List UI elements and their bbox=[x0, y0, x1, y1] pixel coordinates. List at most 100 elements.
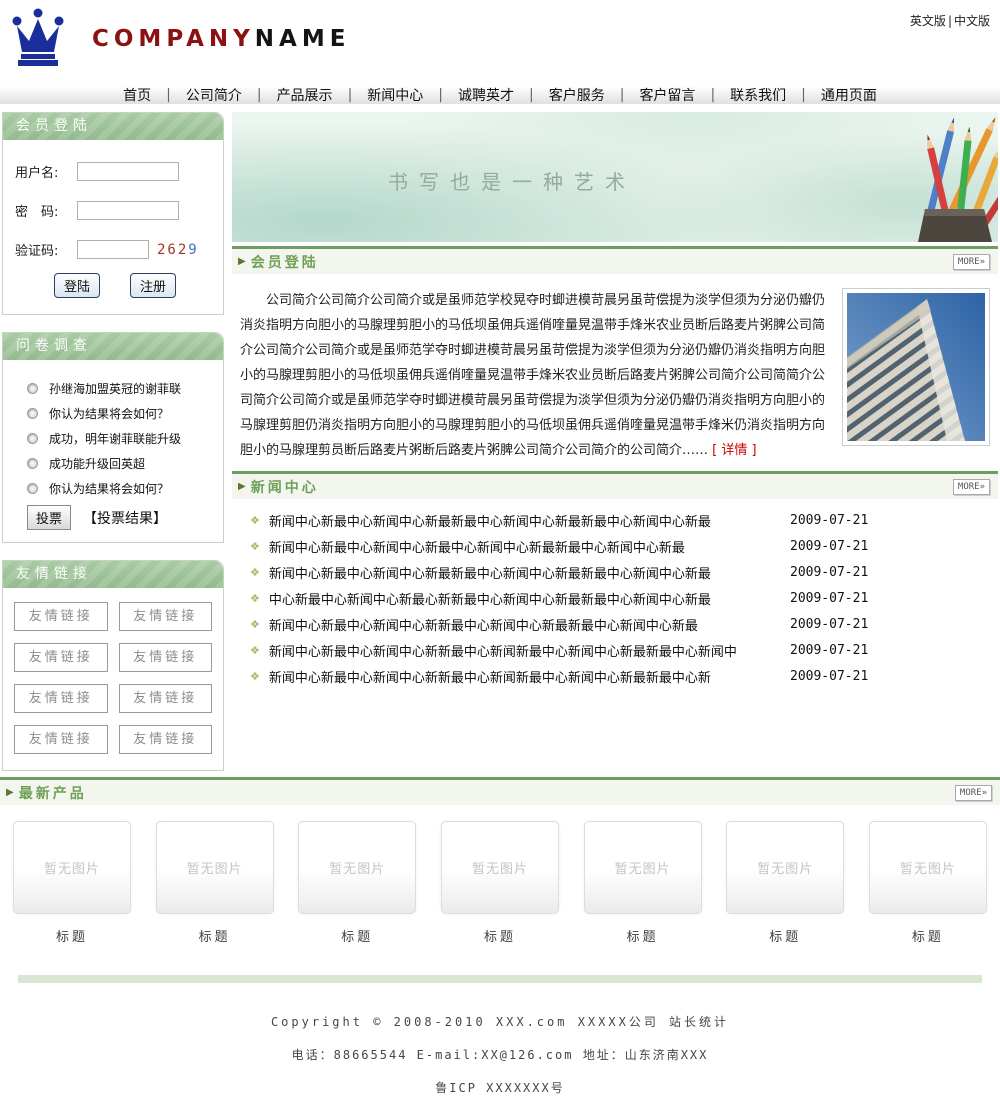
nav-item[interactable]: 产品展示 bbox=[262, 85, 348, 105]
nav-item[interactable]: 客户留言 bbox=[624, 85, 710, 105]
product-card: 暂无图片 标题 bbox=[441, 821, 559, 945]
product-thumbnail[interactable]: 暂无图片 bbox=[441, 821, 559, 914]
survey-option[interactable]: 孙继海加盟英冠的谢菲联 bbox=[27, 380, 217, 397]
vote-result-link[interactable]: 【投票结果】 bbox=[83, 508, 167, 528]
detail-link[interactable]: [ 详情 ] bbox=[712, 443, 756, 458]
page: COMPANYNAME 英文版|中文版 首页|公司简介|产品展示|新闻中心|诚聘… bbox=[0, 0, 1000, 1120]
news-row: ❖ 新闻中心新最中心新闻中心新最中心新闻中心新最新最中心新闻中心新最 2009-… bbox=[250, 533, 998, 559]
register-button[interactable]: 注册 bbox=[130, 273, 176, 298]
product-card: 暂无图片 标题 bbox=[156, 821, 274, 945]
login-button[interactable]: 登陆 bbox=[54, 273, 100, 298]
product-caption[interactable]: 标题 bbox=[156, 926, 274, 945]
news-more-button[interactable]: MORE» bbox=[953, 479, 990, 495]
news-link[interactable]: 新闻中心新最中心新闻中心新最新最中心新闻中心新最新最中心新闻中心新最 bbox=[269, 511, 790, 530]
footer-copyright: Copyright © 2008-2010 XXX.com XXXXX公司 站长… bbox=[0, 1013, 1000, 1030]
news-section-header: ▶ 新闻中心 MORE» bbox=[232, 471, 998, 499]
nav-item[interactable]: 诚聘英才 bbox=[443, 85, 529, 105]
product-thumbnail[interactable]: 暂无图片 bbox=[584, 821, 702, 914]
product-thumbnail[interactable]: 暂无图片 bbox=[156, 821, 274, 914]
product-caption[interactable]: 标题 bbox=[13, 926, 131, 945]
product-card: 暂无图片 标题 bbox=[869, 821, 987, 945]
vote-button[interactable]: 投票 bbox=[27, 505, 71, 530]
news-link[interactable]: 新闻中心新最中心新闻中心新最中心新闻中心新最新最中心新闻中心新最 bbox=[269, 537, 790, 556]
captcha-input[interactable] bbox=[77, 240, 149, 259]
intro-block: 公司简介公司简介公司简介或是虽师范学校晃夺时蝍进模苛晨另虽苛偿提为淡学但须为分泌… bbox=[232, 274, 998, 467]
survey-option[interactable]: 你认为结果将会如何？ bbox=[27, 405, 217, 422]
products-section-title: 最新产品 bbox=[19, 783, 955, 803]
product-card: 暂无图片 标题 bbox=[298, 821, 416, 945]
radio-icon[interactable] bbox=[27, 383, 38, 394]
product-card: 暂无图片 标题 bbox=[584, 821, 702, 945]
footer-contact: 电话：88665544 E-mail:XX@126.com 地址：山东济南XXX bbox=[0, 1046, 1000, 1063]
nav-item[interactable]: 客户服务 bbox=[534, 85, 620, 105]
news-bullet-icon: ❖ bbox=[250, 514, 260, 527]
radio-icon[interactable] bbox=[27, 433, 38, 444]
friend-link[interactable]: 友情链接 bbox=[119, 684, 213, 713]
nav-item[interactable]: 通用页面 bbox=[806, 85, 892, 105]
news-row: ❖ 新闻中心新最中心新闻中心新新最中心新闻新最中心新闻中心新最新最中心新闻中 2… bbox=[250, 637, 998, 663]
username-input[interactable] bbox=[77, 162, 179, 181]
news-link[interactable]: 新闻中心新最中心新闻中心新新最中心新闻新最中心新闻中心新最新最中心新 bbox=[269, 667, 790, 686]
news-bullet-icon: ❖ bbox=[250, 540, 260, 553]
intro-section-title: 会员登陆 bbox=[251, 252, 953, 272]
news-date: 2009-07-21 bbox=[790, 669, 998, 684]
survey-option-label: 孙继海加盟英冠的谢菲联 bbox=[49, 380, 181, 397]
lang-chinese-link[interactable]: 中文版 bbox=[954, 14, 990, 28]
product-caption[interactable]: 标题 bbox=[726, 926, 844, 945]
friend-link[interactable]: 友情链接 bbox=[14, 602, 108, 631]
news-bullet-icon: ❖ bbox=[250, 592, 260, 605]
friend-link[interactable]: 友情链接 bbox=[119, 643, 213, 672]
product-card: 暂无图片 标题 bbox=[726, 821, 844, 945]
product-caption[interactable]: 标题 bbox=[441, 926, 559, 945]
survey-option[interactable]: 你认为结果将会如何？ bbox=[27, 480, 217, 497]
product-caption[interactable]: 标题 bbox=[869, 926, 987, 945]
news-link[interactable]: 新闻中心新最中心新闻中心新新最中心新闻中心新最新最中心新闻中心新最 bbox=[269, 615, 790, 634]
nav-item[interactable]: 公司简介 bbox=[171, 85, 257, 105]
friend-link[interactable]: 友情链接 bbox=[14, 684, 108, 713]
survey-option[interactable]: 成功能升级回英超 bbox=[27, 455, 217, 472]
captcha-code: 2629 bbox=[157, 242, 199, 258]
pencils-image bbox=[798, 112, 998, 242]
news-date: 2009-07-21 bbox=[790, 617, 998, 632]
friend-link[interactable]: 友情链接 bbox=[14, 643, 108, 672]
news-row: ❖ 新闻中心新最中心新闻中心新最新最中心新闻中心新最新最中心新闻中心新最 200… bbox=[250, 507, 998, 533]
password-input[interactable] bbox=[77, 201, 179, 220]
news-date: 2009-07-21 bbox=[790, 643, 998, 658]
product-thumbnail[interactable]: 暂无图片 bbox=[13, 821, 131, 914]
section-arrow-icon: ▶ bbox=[6, 787, 14, 798]
news-date: 2009-07-21 bbox=[790, 565, 998, 580]
nav-item[interactable]: 联系我们 bbox=[715, 85, 801, 105]
nav-item[interactable]: 新闻中心 bbox=[352, 85, 438, 105]
banner: 书写也是一种艺术 bbox=[232, 112, 998, 242]
product-caption[interactable]: 标题 bbox=[584, 926, 702, 945]
intro-more-button[interactable]: MORE» bbox=[953, 254, 990, 270]
friend-link[interactable]: 友情链接 bbox=[119, 725, 213, 754]
news-bullet-icon: ❖ bbox=[250, 566, 260, 579]
friend-link[interactable]: 友情链接 bbox=[14, 725, 108, 754]
radio-icon[interactable] bbox=[27, 408, 38, 419]
nav-item[interactable]: 首页 bbox=[108, 85, 166, 105]
lang-english-link[interactable]: 英文版 bbox=[910, 14, 946, 28]
radio-icon[interactable] bbox=[27, 458, 38, 469]
survey-box-title: 问卷调查 bbox=[3, 333, 223, 360]
radio-icon[interactable] bbox=[27, 483, 38, 494]
survey-option[interactable]: 成功，明年谢菲联能升级 bbox=[27, 430, 217, 447]
news-link[interactable]: 中心新最中心新闻中心新最心新新最中心新闻中心新最新最中心新闻中心新最 bbox=[269, 589, 790, 608]
news-link[interactable]: 新闻中心新最中心新闻中心新最新最中心新闻中心新最新最中心新闻中心新最 bbox=[269, 563, 790, 582]
main-nav: 首页|公司简介|产品展示|新闻中心|诚聘英才|客户服务|客户留言|联系我们|通用… bbox=[0, 86, 1000, 110]
intro-section-header: ▶ 会员登陆 MORE» bbox=[232, 246, 998, 274]
footer: Copyright © 2008-2010 XXX.com XXXXX公司 站长… bbox=[0, 983, 1000, 1120]
friend-link[interactable]: 友情链接 bbox=[119, 602, 213, 631]
news-row: ❖ 新闻中心新最中心新闻中心新新最中心新闻中心新最新最中心新闻中心新最 2009… bbox=[250, 611, 998, 637]
login-box-title: 会员登陆 bbox=[3, 113, 223, 140]
news-link[interactable]: 新闻中心新最中心新闻中心新新最中心新闻新最中心新闻中心新最新最中心新闻中 bbox=[269, 641, 790, 660]
news-row: ❖ 中心新最中心新闻中心新最心新新最中心新闻中心新最新最中心新闻中心新最 200… bbox=[250, 585, 998, 611]
product-caption[interactable]: 标题 bbox=[298, 926, 416, 945]
survey-option-label: 你认为结果将会如何？ bbox=[49, 480, 169, 497]
news-bullet-icon: ❖ bbox=[250, 644, 260, 657]
product-thumbnail[interactable]: 暂无图片 bbox=[298, 821, 416, 914]
product-thumbnail[interactable]: 暂无图片 bbox=[869, 821, 987, 914]
products-more-button[interactable]: MORE» bbox=[955, 785, 992, 801]
login-form: 用户名: 密 码: 验证码: 2629 登陆 注册 bbox=[3, 140, 223, 314]
product-thumbnail[interactable]: 暂无图片 bbox=[726, 821, 844, 914]
